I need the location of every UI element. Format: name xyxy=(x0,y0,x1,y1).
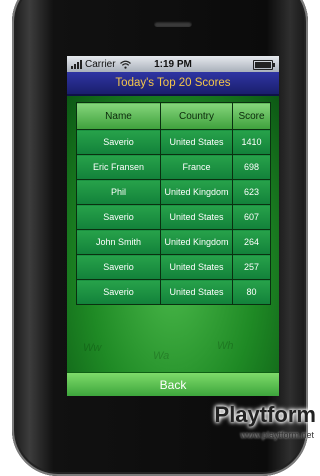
cell-country: United States xyxy=(160,129,233,155)
status-bar: Carrier 1:19 PM xyxy=(67,56,279,72)
scores-table: Name Country Score Saverio United States… xyxy=(76,102,271,305)
cell-country: United Kingdom xyxy=(160,179,233,205)
table-row: Phil United Kingdom 623 xyxy=(76,179,271,205)
screen-title: Today's Top 20 Scores xyxy=(67,72,279,96)
earpiece-speaker xyxy=(154,21,192,27)
background-word: Wh xyxy=(217,340,234,352)
cell-score: 607 xyxy=(232,204,271,230)
cell-country: France xyxy=(160,154,233,180)
cell-country: United Kingdom xyxy=(160,229,233,255)
column-header-country: Country xyxy=(160,102,233,130)
back-button[interactable]: Back xyxy=(67,372,279,396)
cell-name: Saverio xyxy=(76,254,161,280)
column-header-name: Name xyxy=(76,102,161,130)
background-word: Wa xyxy=(153,350,170,362)
table-header-row: Name Country Score xyxy=(76,102,271,130)
cell-score: 257 xyxy=(232,254,271,280)
cell-country: United States xyxy=(160,254,233,280)
scores-board: Ww Wa Wh Name Country Score Saverio Unit… xyxy=(67,96,279,396)
background-word: Ww xyxy=(83,342,102,354)
column-header-score: Score xyxy=(232,102,271,130)
table-row: Saverio United States 1410 xyxy=(76,129,271,155)
table-row: Saverio United States 257 xyxy=(76,254,271,280)
status-time: 1:19 PM xyxy=(154,58,192,70)
cell-name: John Smith xyxy=(76,229,161,255)
table-row: John Smith United Kingdom 264 xyxy=(76,229,271,255)
table-row: Saverio United States 607 xyxy=(76,204,271,230)
cell-name: Phil xyxy=(76,179,161,205)
cell-name: Saverio xyxy=(76,204,161,230)
watermark-url: www.playtform.net xyxy=(240,430,314,440)
table-row: Saverio United States 80 xyxy=(76,279,271,305)
cell-score: 623 xyxy=(232,179,271,205)
cell-score: 1410 xyxy=(232,129,271,155)
cell-name: Saverio xyxy=(76,129,161,155)
cell-score: 80 xyxy=(232,279,271,305)
cell-name: Eric Fransen xyxy=(76,154,161,180)
cell-name: Saverio xyxy=(76,279,161,305)
cell-country: United States xyxy=(160,204,233,230)
battery-icon xyxy=(253,60,275,70)
cell-score: 698 xyxy=(232,154,271,180)
phone-screen: Carrier 1:19 PM Today's Top 20 Scores Ww… xyxy=(67,56,279,396)
playtform-logo: Playtform xyxy=(214,402,316,427)
cell-score: 264 xyxy=(232,229,271,255)
table-row: Eric Fransen France 698 xyxy=(76,154,271,180)
cell-country: United States xyxy=(160,279,233,305)
